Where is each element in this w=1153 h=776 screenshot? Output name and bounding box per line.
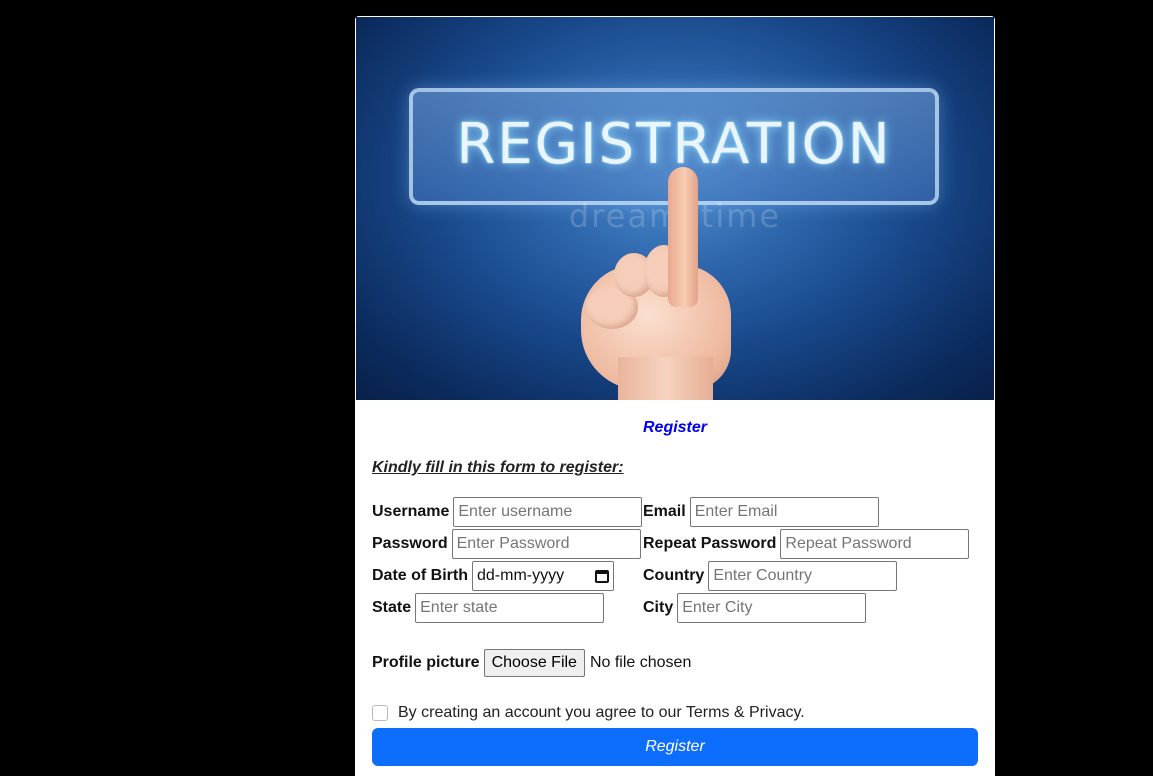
terms-checkbox[interactable] (372, 705, 388, 721)
registration-card: REGISTRATION dreamstime Register Kindly … (355, 16, 995, 776)
country-label: Country (643, 567, 705, 584)
dob-row: Date of Birth dd-mm-yyyy (372, 561, 614, 591)
email-input[interactable] (689, 497, 879, 527)
repeat-password-input[interactable] (780, 529, 970, 559)
country-row: Country (643, 561, 898, 591)
file-status: No file chosen (589, 654, 692, 671)
dob-value: dd-mm-yyyy (477, 567, 565, 584)
username-row: Username (372, 497, 643, 527)
form-subtitle: Kindly fill in this form to register: (372, 459, 624, 476)
pointing-finger (668, 167, 698, 307)
choose-file-button[interactable]: Choose File (483, 649, 585, 677)
register-button[interactable]: Register (372, 728, 978, 766)
dob-input[interactable]: dd-mm-yyyy (472, 561, 614, 591)
password-row: Password (372, 529, 641, 559)
calendar-icon[interactable] (595, 569, 609, 583)
city-row: City (643, 593, 867, 623)
email-label: Email (643, 503, 686, 520)
profile-picture-label: Profile picture (372, 654, 480, 671)
state-label: State (372, 599, 412, 616)
email-row: Email (643, 497, 879, 527)
registration-banner-image: REGISTRATION dreamstime (356, 17, 994, 400)
terms-text: By creating an account you agree to our … (398, 704, 805, 721)
city-input[interactable] (677, 593, 867, 623)
profile-picture-row: Profile picture Choose File No file chos… (372, 648, 691, 678)
repeat-password-label: Repeat Password (643, 535, 777, 552)
city-label: City (643, 599, 674, 616)
country-input[interactable] (708, 561, 898, 591)
form-title: Register (642, 419, 708, 436)
username-label: Username (372, 503, 450, 520)
state-row: State (372, 593, 605, 623)
password-input[interactable] (451, 529, 641, 559)
terms-row: By creating an account you agree to our … (372, 704, 805, 722)
banner-text: REGISTRATION (456, 112, 892, 177)
username-input[interactable] (453, 497, 643, 527)
password-label: Password (372, 535, 448, 552)
repeat-password-row: Repeat Password (643, 529, 970, 559)
dob-label: Date of Birth (372, 567, 468, 584)
wrist (618, 357, 713, 400)
state-input[interactable] (415, 593, 605, 623)
